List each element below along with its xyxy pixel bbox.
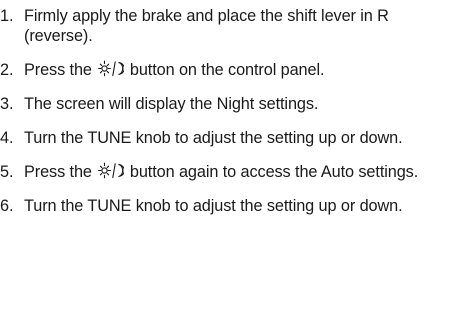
step-number: 4. [0, 129, 14, 147]
step-number: 1. [0, 7, 14, 25]
step-text: Press the button on the control panel. [24, 60, 461, 80]
step-6: 6. Turn the TUNE knob to adjust the sett… [0, 196, 461, 216]
step-text-after: button again to access the Auto settings… [129, 163, 419, 181]
day-night-icon [97, 162, 124, 179]
step-text: Turn the TUNE knob to adjust the setting… [24, 197, 403, 215]
step-text-after: button on the control panel. [129, 61, 325, 79]
step-4: 4. Turn the TUNE knob to adjust the sett… [0, 128, 461, 148]
step-number: 6. [0, 197, 14, 215]
step-text-before: Press the [24, 163, 92, 181]
step-text: Press the button again to access the Aut… [24, 162, 461, 182]
step-5: 5. Press the button again to access the … [0, 162, 461, 182]
step-1: 1. Firmly apply the brake and place the … [0, 6, 461, 46]
instruction-list: 1. Firmly apply the brake and place the … [0, 0, 461, 216]
step-text-before: Press the [24, 61, 92, 79]
step-text: The screen will display the Night settin… [24, 95, 319, 113]
step-2: 2. Press the button on the control panel… [0, 60, 461, 80]
step-number: 5. [0, 163, 14, 181]
day-night-icon [97, 60, 124, 77]
step-text: Firmly apply the brake and place the shi… [24, 7, 389, 45]
step-number: 3. [0, 95, 14, 113]
step-number: 2. [0, 61, 14, 79]
step-text: Turn the TUNE knob to adjust the setting… [24, 129, 403, 147]
step-3: 3. The screen will display the Night set… [0, 94, 461, 114]
